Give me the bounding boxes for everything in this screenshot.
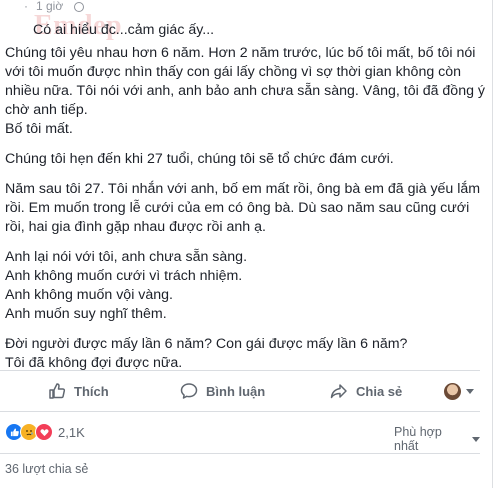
sort-label: Phù hợp nhất [394, 425, 442, 453]
text-line: Chúng tôi yêu nhau hơn 6 năm. Hơn 2 năm … [5, 45, 476, 61]
text-line: Bố tôi mất. [5, 121, 73, 137]
post-paragraph: Anh lại nói với tôi, anh chưa sẵn sàng. … [5, 248, 485, 324]
share-button[interactable]: Chia sẻ [330, 382, 402, 400]
text-line: nhiều nữa. Tôi nói với anh, anh bảo anh … [5, 83, 486, 99]
text-line: Anh lại nói với tôi, anh chưa sẵn sàng. [5, 249, 248, 265]
comment-icon [180, 383, 198, 399]
reaction-icons[interactable] [5, 423, 53, 441]
like-label: Thích [74, 383, 109, 399]
chevron-down-icon [466, 389, 474, 394]
text-line: rồi, hai gia đình gặp nhau được rồi anh … [5, 219, 266, 235]
post-body: Có ai hiểu đc...cảm giác ấy... Chúng tôi… [5, 21, 485, 384]
comment-label: Bình luận [206, 383, 266, 399]
text-line: Năm sau tôi 27. Tôi nhắn với anh, bố em … [5, 181, 481, 197]
separator-dot: · [24, 0, 28, 13]
post-paragraph: Đời người được mấy lần 6 năm? Con gái đư… [5, 335, 485, 373]
text-line: Anh muốn suy nghĩ thêm. [5, 306, 167, 322]
post-as-selector[interactable] [444, 383, 474, 400]
text-line: Anh không muốn cưới vì trách nhiệm. [5, 268, 243, 284]
reactions-summary: 2,1K Phù hợp nhất [0, 411, 480, 454]
chevron-down-icon [472, 436, 480, 442]
post-paragraph: Chúng tôi hẹn đến khi 27 tuổi, chúng tôi… [5, 150, 485, 169]
text-line: rồi. Em muốn trong lễ cưới của em có ông… [5, 200, 470, 216]
post-paragraph: Có ai hiểu đc...cảm giác ấy... [5, 21, 485, 40]
text-line: Có ai hiểu đc...cảm giác ấy... [33, 22, 215, 38]
share-count-row: 36 lượt chia sẻ [0, 453, 480, 489]
text-line: chờ anh tiếp. [5, 102, 88, 118]
post-paragraph: Năm sau tôi 27. Tôi nhắn với anh, bố em … [5, 180, 485, 237]
text-line: Chúng tôi hẹn đến khi 27 tuổi, chúng tôi… [5, 151, 394, 167]
post-paragraph: Chúng tôi yêu nhau hơn 6 năm. Hơn 2 năm … [5, 44, 485, 139]
facebook-post: · 1 giờ Emdep Có ai hiểu đc...cảm giác ấ… [0, 0, 493, 488]
avatar [444, 383, 461, 400]
share-count[interactable]: 36 lượt chia sẻ [5, 462, 88, 476]
reaction-count[interactable]: 2,1K [58, 425, 85, 440]
text-line: với tôi muốn được nhìn thấy con gái lấy … [5, 64, 462, 80]
share-arrow-icon [330, 384, 347, 399]
comment-button[interactable]: Bình luận [180, 382, 265, 400]
text-line: Anh không muốn vội vàng. [5, 287, 173, 303]
post-action-bar: Thích Bình luận Chia sẻ [0, 370, 480, 411]
share-label: Chia sẻ [356, 383, 403, 399]
text-line: Đời người được mấy lần 6 năm? Con gái đư… [5, 336, 408, 352]
comment-sort-dropdown[interactable]: Phù hợp nhất [394, 425, 480, 453]
love-reaction-icon [35, 423, 53, 441]
thumbs-up-icon [49, 383, 66, 399]
like-button[interactable]: Thích [48, 382, 109, 400]
